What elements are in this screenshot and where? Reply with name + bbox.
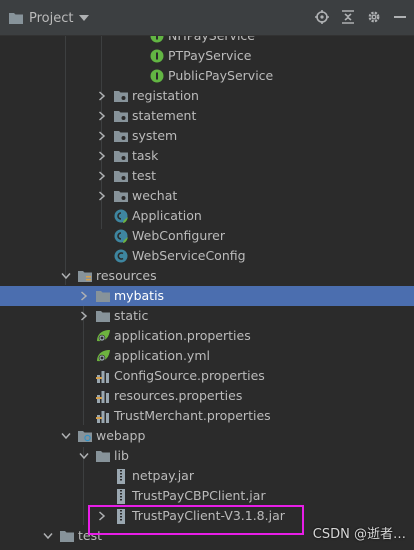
tree-item[interactable]: mybatis (0, 286, 414, 306)
tree-item[interactable]: WebServiceConfig (0, 246, 414, 266)
dropdown-caret-icon[interactable] (79, 15, 90, 21)
tree-item[interactable]: WebConfigurer (0, 226, 414, 246)
spring-config-icon (95, 348, 111, 364)
tree-item[interactable]: task (0, 146, 414, 166)
project-tree: NHPayService PTPayService PublicPayService… (0, 36, 414, 550)
package-icon (113, 148, 129, 164)
tree-item-label: PublicPayService (168, 68, 274, 83)
folder-icon (95, 288, 111, 304)
chevron-right-icon[interactable] (78, 310, 90, 322)
tree-item-label: task (132, 148, 159, 163)
folder-icon (95, 308, 111, 324)
tree-item[interactable]: registation (0, 86, 414, 106)
chevron-right-icon[interactable] (96, 170, 108, 182)
tree-item[interactable]: application.properties (0, 326, 414, 346)
tree-item[interactable]: PublicPayService (0, 66, 414, 86)
web-folder-icon (77, 428, 93, 444)
tree-item-label: statement (132, 108, 197, 123)
gear-icon[interactable] (366, 9, 382, 25)
properties-file-icon (95, 388, 111, 404)
tree-item[interactable]: resources.properties (0, 386, 414, 406)
package-icon (113, 168, 129, 184)
tree-item[interactable]: TrustMerchant.properties (0, 406, 414, 426)
properties-file-icon (95, 368, 111, 384)
tree-item[interactable]: lib (0, 446, 414, 466)
highlight-box (88, 505, 304, 535)
folder-icon (59, 528, 75, 544)
tree-item[interactable]: PTPayService (0, 46, 414, 66)
tree-item[interactable]: application.yml (0, 346, 414, 366)
chevron-right-icon[interactable] (96, 190, 108, 202)
chevron-down-icon[interactable] (78, 450, 90, 462)
tree-item[interactable]: webapp (0, 426, 414, 446)
project-view-selector[interactable]: Project (8, 10, 90, 26)
chevron-down-icon[interactable] (60, 270, 72, 282)
tree-item-label: static (114, 308, 149, 323)
tree-item-label: TrustMerchant.properties (114, 408, 271, 423)
spring-class-icon (113, 208, 129, 224)
tree-item-label: lib (114, 448, 129, 463)
tree-item-label: WebServiceConfig (132, 248, 246, 263)
spring-class-icon (113, 228, 129, 244)
tree-item-label: NHPayService (168, 36, 255, 43)
interface-icon (149, 36, 165, 44)
tree-item-label: netpay.jar (132, 468, 194, 483)
tree-item-label: TrustPayCBPClient.jar (132, 488, 266, 503)
tree-item[interactable]: ConfigSource.properties (0, 366, 414, 386)
tree-item[interactable]: test (0, 166, 414, 186)
chevron-right-icon[interactable] (96, 90, 108, 102)
interface-icon (149, 48, 165, 64)
chevron-down-icon[interactable] (60, 430, 72, 442)
folder-icon (95, 448, 111, 464)
jar-icon (113, 488, 129, 504)
chevron-right-icon[interactable] (96, 150, 108, 162)
tree-item-label: test (132, 168, 157, 183)
hide-icon[interactable] (392, 9, 408, 25)
chevron-right-icon[interactable] (96, 110, 108, 122)
project-toolbar: Project (0, 0, 414, 36)
tree-item[interactable]: TrustPayCBPClient.jar (0, 486, 414, 506)
tree-item-label: resources.properties (114, 388, 243, 403)
tree-item[interactable]: resources (0, 266, 414, 286)
tree-item[interactable]: netpay.jar (0, 466, 414, 486)
project-view-title: Project (29, 10, 74, 26)
tree-item-label: registation (132, 88, 199, 103)
tree-item-label: PTPayService (168, 48, 252, 63)
resources-folder-icon (77, 268, 93, 284)
class-icon (113, 248, 129, 264)
chevron-right-icon[interactable] (78, 290, 90, 302)
tree-item[interactable]: statement (0, 106, 414, 126)
tree-item-label: mybatis (114, 288, 165, 303)
chevron-down-icon[interactable] (42, 530, 54, 542)
tree-item-label: wechat (132, 188, 178, 203)
tree-item-label: system (132, 128, 178, 143)
tree-item-label: ConfigSource.properties (114, 368, 265, 383)
package-icon (113, 88, 129, 104)
locate-icon[interactable] (314, 9, 330, 25)
tree-item[interactable]: static (0, 306, 414, 326)
tree-item-label: application.yml (114, 348, 210, 363)
tree-item[interactable]: Application (0, 206, 414, 226)
collapse-all-icon[interactable] (340, 9, 356, 25)
tree-item-label: WebConfigurer (132, 228, 225, 243)
interface-icon (149, 68, 165, 84)
properties-file-icon (95, 408, 111, 424)
spring-config-icon (95, 328, 111, 344)
package-icon (113, 188, 129, 204)
tree-item-label: resources (96, 268, 157, 283)
folder-icon (8, 10, 24, 26)
watermark: CSDN @逝者… (312, 527, 406, 542)
tree-item-label: Application (132, 208, 202, 223)
tree-item-label: application.properties (114, 328, 251, 343)
chevron-right-icon[interactable] (96, 130, 108, 142)
package-icon (113, 108, 129, 124)
package-icon (113, 128, 129, 144)
tree-item[interactable]: system (0, 126, 414, 146)
tree-item-label: webapp (96, 428, 146, 443)
jar-icon (113, 468, 129, 484)
tree-item[interactable]: NHPayService (0, 36, 414, 46)
tree-item[interactable]: wechat (0, 186, 414, 206)
